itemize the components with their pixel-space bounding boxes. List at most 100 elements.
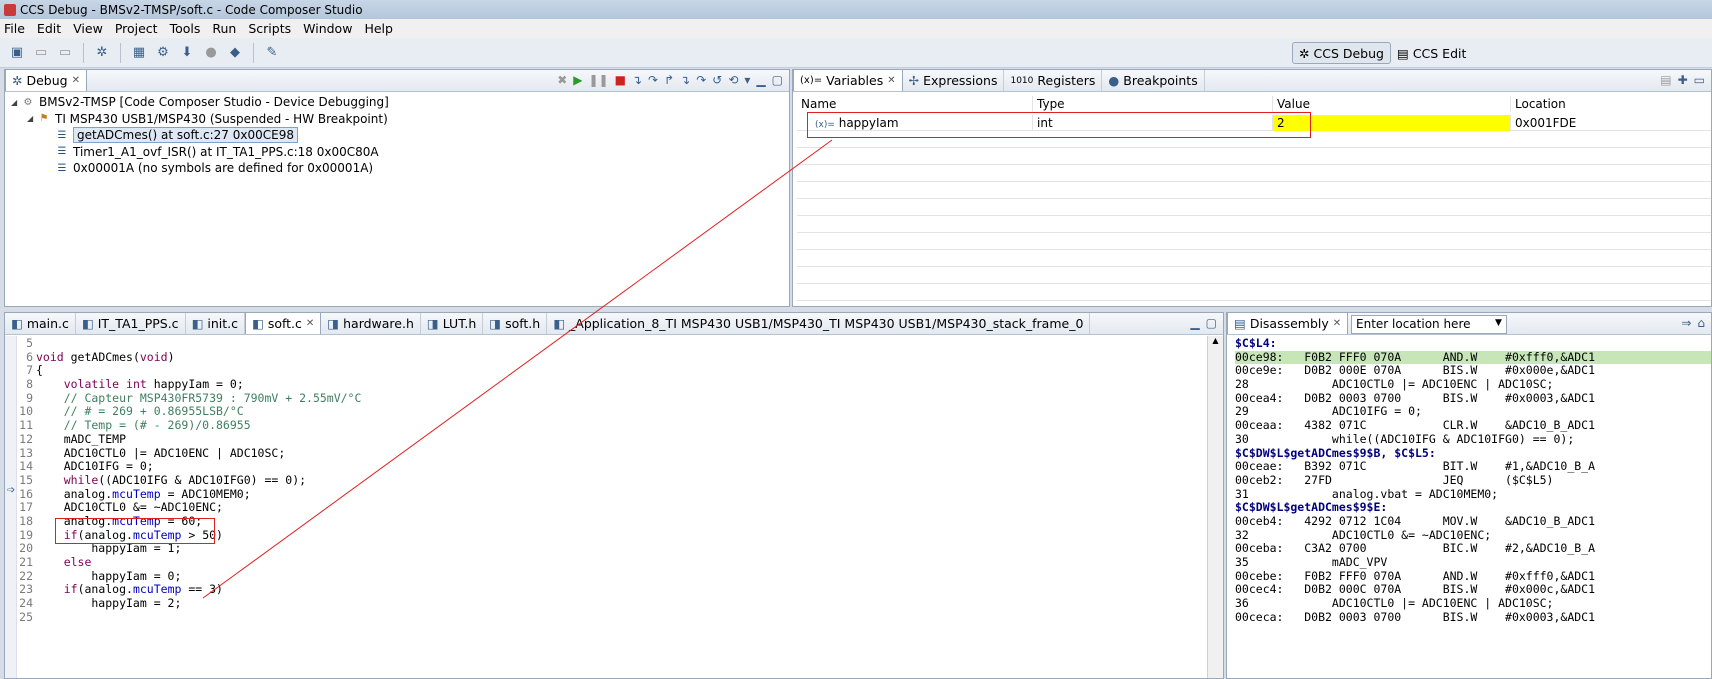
disassembly-line[interactable]: 00ceaa: 4382 071C CLR.W &ADC10_B_ADC1 (1235, 419, 1711, 433)
tab-lut-h[interactable]: ◨ LUT.h (421, 313, 484, 334)
code-line[interactable]: 8 volatile int happyIam = 0; (19, 377, 1203, 392)
disassembly-line[interactable]: 36 ADC10CTL0 |= ADC10ENC | ADC10SC; (1235, 597, 1711, 611)
disassembly-line[interactable]: 00ceb4: 4292 0712 1C04 MOV.W &ADC10_B_AD… (1235, 515, 1711, 529)
code-line[interactable]: 21 else (19, 555, 1203, 570)
disassembly-line[interactable]: 00cea4: D0B2 0003 0700 BIS.W #0x0003,&AD… (1235, 392, 1711, 406)
view-memory-icon[interactable]: ▦ (130, 44, 148, 62)
tab-init-c[interactable]: ◧ init.c (186, 313, 245, 334)
assembly-step-over-icon[interactable]: ↷ (696, 73, 706, 87)
code-line[interactable]: 23 if(analog.mcuTemp == 3) (19, 583, 1203, 597)
tab-debug[interactable]: ✲ Debug ✕ (5, 69, 87, 91)
disassembly-line[interactable]: 00ceba: C3A2 0700 BIC.W #2,&ADC10_B_A (1235, 542, 1711, 556)
disassembly-line[interactable]: $C$DW$L$getADCmes$9$E: (1235, 501, 1711, 515)
home-icon[interactable]: ⌂ (1697, 316, 1705, 330)
menu-file[interactable]: File (4, 21, 25, 36)
disassembly-line[interactable]: 30 while((ADC10IFG & ADC10IFG0) == 0); (1235, 433, 1711, 447)
tab-expressions[interactable]: ✢ Expressions (903, 70, 1005, 91)
perspective-ccs-edit[interactable]: ▤ CCS Edit (1390, 42, 1473, 64)
external-tools-icon[interactable]: ✎ (263, 44, 281, 62)
resume-icon[interactable]: ▶ (573, 73, 582, 87)
close-icon[interactable]: ✕ (1333, 318, 1341, 329)
step-into-icon[interactable]: ↴ (632, 73, 642, 87)
tab-variables[interactable]: (x)= Variables ✕ (793, 69, 903, 91)
menu-run[interactable]: Run (212, 21, 236, 36)
tab-hardware-h[interactable]: ◨ hardware.h (321, 313, 421, 334)
tab-breakpoints[interactable]: ● Breakpoints (1102, 70, 1205, 91)
disassembly-line[interactable]: 32 ADC10CTL0 &= ~ADC10ENC; (1235, 529, 1711, 543)
save-icon[interactable]: ▭ (32, 44, 50, 62)
code-line[interactable]: 13 ADC10CTL0 |= ADC10ENC | ADC10SC; (19, 446, 1203, 461)
code-line[interactable]: 16 analog.mcuTemp = ADC10MEM0; (19, 487, 1203, 502)
disassembly-line[interactable]: 00cebe: F0B2 FFF0 070A AND.W #0xfff0,&AD… (1235, 570, 1711, 584)
tab-it-ta1-pps-c[interactable]: ◧ IT_TA1_PPS.c (76, 313, 186, 334)
code-line[interactable]: 25 (19, 610, 1203, 625)
suspend-icon[interactable]: ❚❚ (589, 73, 609, 87)
tab-stack-frame[interactable]: ◧ _Application_8_TI MSP430 USB1/MSP430_TI… (547, 313, 1091, 334)
step-return-icon[interactable]: ↱ (664, 73, 674, 87)
code-editor[interactable]: 5 6 void getADCmes(void) 7{8 volatile int h… (19, 336, 1203, 678)
column-type[interactable]: Type (1033, 96, 1273, 112)
load-program-icon[interactable]: ⬇ (178, 44, 196, 62)
restart-icon[interactable]: ⟲ (728, 73, 738, 87)
scroll-up-icon[interactable]: ▲ (1208, 336, 1223, 345)
tree-item-frame[interactable]: ☰ 0x00001A (no symbols are defined for 0… (11, 160, 389, 177)
menu-scripts[interactable]: Scripts (248, 21, 291, 36)
code-line[interactable]: 6 void getADCmes(void) (19, 350, 1203, 365)
disassembly-line[interactable]: 29 ADC10IFG = 0; (1235, 405, 1711, 419)
tab-registers[interactable]: 1010 Registers (1004, 70, 1103, 91)
terminate-icon[interactable]: ■ (615, 73, 626, 87)
tab-soft-c[interactable]: ◧ soft.c ✕ (245, 312, 322, 334)
perspective-ccs-debug[interactable]: ✲ CCS Debug (1292, 42, 1391, 64)
debug-icon[interactable]: ✲ (93, 44, 111, 62)
menu-tools[interactable]: Tools (170, 21, 201, 36)
tree-item-target[interactable]: ◢ ⚑ TI MSP430 USB1/MSP430 (Suspended - H… (11, 111, 389, 128)
code-line[interactable]: 10 // # = 269 + 0.86955LSB/°C (19, 405, 1203, 419)
code-line[interactable]: 22 happyIam = 0; (19, 569, 1203, 584)
tab-soft-h[interactable]: ◨ soft.h (483, 313, 548, 334)
maximize-icon[interactable]: ▢ (772, 73, 783, 87)
connect-icon[interactable]: ⚙ (154, 44, 172, 62)
tree-item-frame[interactable]: ☰ getADCmes() at soft.c:27 0x00CE98 (11, 127, 389, 144)
code-line[interactable]: 7{ (19, 364, 1203, 378)
remove-terminated-icon[interactable]: ✖ (557, 73, 567, 87)
code-line[interactable]: 12 mADC_TEMP (19, 432, 1203, 447)
disassembly-line[interactable]: 00ceae: B392 071C BIT.W #1,&ADC10_B_A (1235, 460, 1711, 474)
collapse-triangle-icon[interactable]: ◢ (27, 114, 37, 123)
tree-item-frame[interactable]: ☰ Timer1_A1_ovf_ISR() at IT_TA1_PPS.c:18… (11, 144, 389, 161)
menu-window[interactable]: Window (303, 21, 352, 36)
menu-edit[interactable]: Edit (37, 21, 61, 36)
reset-icon[interactable]: ↺ (712, 73, 722, 87)
layout-icon[interactable]: ▭ (1694, 73, 1705, 87)
view-menu-icon[interactable]: ▾ (744, 73, 750, 87)
location-dropdown-icon[interactable]: ▼ (1495, 318, 1502, 328)
column-location[interactable]: Location (1511, 96, 1712, 112)
close-icon[interactable]: ✕ (306, 318, 314, 329)
code-line[interactable]: 15 while((ADC10IFG & ADC10IFG0) == 0); (19, 473, 1203, 488)
editor-scrollbar[interactable]: ▲ (1207, 336, 1223, 678)
code-line[interactable]: 5 (19, 336, 1203, 351)
close-icon[interactable]: ✕ (887, 75, 895, 86)
menu-help[interactable]: Help (364, 21, 393, 36)
minimize-icon[interactable]: ▁ (1190, 316, 1199, 330)
tree-item-project[interactable]: ◢ ⚙ BMSv2-TMSP [Code Composer Studio - D… (11, 94, 389, 111)
menu-view[interactable]: View (73, 21, 103, 36)
code-line[interactable]: 17 ADC10CTL0 &= ~ADC10ENC; (19, 501, 1203, 515)
launch-icon[interactable]: ◆ (226, 44, 244, 62)
code-line[interactable]: 24 happyIam = 2; (19, 596, 1203, 611)
go-to-pc-icon[interactable]: ⇒ (1681, 316, 1691, 330)
disassembly-line[interactable]: 00ceca: D0B2 0003 0700 BIS.W #0x0003,&AD… (1235, 611, 1711, 625)
disassembly-line[interactable]: $C$DW$L$getADCmes$9$B, $C$L5: (1235, 447, 1711, 461)
breakpoint-icon[interactable]: ● (202, 44, 220, 62)
add-icon[interactable]: ✚ (1678, 73, 1688, 87)
code-line[interactable]: 11 // Temp = (# - 269)/0.86955 (19, 418, 1203, 433)
step-over-icon[interactable]: ↷ (648, 73, 658, 87)
close-icon[interactable]: ✕ (72, 75, 80, 86)
disassembly-line[interactable]: 00cec4: D0B2 000C 070A BIS.W #0x000c,&AD… (1235, 583, 1711, 597)
column-value[interactable]: Value (1273, 96, 1511, 112)
disassembly-line[interactable]: 28 ADC10CTL0 |= ADC10ENC | ADC10SC; (1235, 378, 1711, 392)
location-input[interactable]: Enter location here (1351, 315, 1507, 334)
disassembly-line[interactable]: 00ce98: F0B2 FFF0 070A AND.W #0xfff0,&AD… (1235, 350, 1711, 365)
code-line[interactable]: 20 happyIam = 1; (19, 542, 1203, 556)
code-line[interactable]: 9 // Capteur MSP430FR5739 : 790mV + 2.55… (19, 391, 1203, 406)
disassembly-listing[interactable]: $C$L4: 00ce98: F0B2 FFF0 070A AND.W #0xff… (1235, 337, 1711, 678)
